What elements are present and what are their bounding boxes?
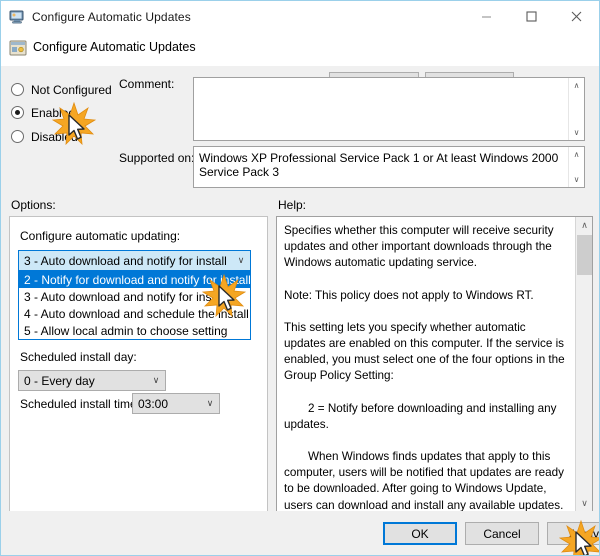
configure-updating-dropdown-list[interactable]: 2 - Notify for download and notify for i… [18, 271, 251, 340]
title-bar: Configure Automatic Updates [1, 1, 599, 32]
dropdown-option-5[interactable]: 5 - Allow local admin to choose setting [19, 322, 250, 339]
configure-updating-combobox[interactable]: 3 - Auto download and notify for install… [18, 250, 251, 271]
chevron-down-icon[interactable]: ∨ [569, 172, 585, 187]
radio-not-configured-indicator [11, 83, 24, 96]
help-paragraph: This setting lets you specify whether au… [284, 320, 565, 383]
chevron-down-icon[interactable]: ∨ [576, 495, 592, 512]
chevron-down-icon[interactable]: ∨ [147, 375, 165, 386]
dropdown-option-4[interactable]: 4 - Auto download and schedule the insta… [19, 305, 250, 322]
configure-updating-value: 3 - Auto download and notify for install [24, 253, 227, 268]
radio-not-configured[interactable]: Not Configured [11, 81, 112, 98]
dropdown-option-3[interactable]: 3 - Auto download and notify for install [19, 288, 250, 305]
chevron-down-icon[interactable]: ∨ [569, 125, 585, 140]
setting-title: Configure Automatic Updates [33, 40, 196, 54]
window-controls [464, 1, 599, 31]
help-text: Specifies whether this computer will rec… [277, 217, 575, 512]
setting-header: Configure Automatic Updates Previous Set… [1, 32, 599, 95]
dropdown-option-2[interactable]: 2 - Notify for download and notify for i… [19, 271, 251, 288]
scheduled-install-day-value: 0 - Every day [24, 373, 95, 388]
window-title: Configure Automatic Updates [32, 9, 191, 24]
scrollbar-thumb[interactable] [577, 235, 592, 275]
configure-automatic-updates-dialog: Configure Automatic Updates Configure Au… [0, 0, 600, 556]
help-panel-label: Help: [278, 198, 307, 212]
chevron-up-icon[interactable]: ∧ [569, 147, 585, 162]
cancel-button[interactable]: Cancel [465, 522, 539, 545]
supported-on-field: Windows XP Professional Service Pack 1 o… [193, 146, 585, 188]
dialog-footer: OK Cancel Apply [1, 511, 599, 555]
radio-disabled-indicator [11, 130, 24, 143]
supported-on-label: Supported on: [119, 151, 195, 165]
help-scrollbar[interactable]: ∧ ∨ [575, 217, 592, 512]
chevron-down-icon[interactable]: ∨ [232, 255, 250, 266]
help-paragraph: Note: This policy does not apply to Wind… [284, 288, 534, 302]
scheduled-install-time-label: Scheduled install time: [20, 397, 141, 411]
supported-on-value: Windows XP Professional Service Pack 1 o… [199, 151, 559, 179]
policy-monitor-icon [9, 9, 25, 25]
scheduled-install-day-combobox[interactable]: 0 - Every day ∨ [18, 370, 166, 391]
minimize-button[interactable] [464, 1, 509, 31]
chevron-up-icon[interactable]: ∧ [576, 217, 592, 234]
options-panel: Configure automatic updating: 3 - Auto d… [9, 216, 268, 513]
supported-on-scrollbar[interactable]: ∧ ∨ [568, 147, 584, 187]
radio-enabled-label: Enabled [31, 105, 76, 120]
configure-updating-label: Configure automatic updating: [20, 229, 181, 243]
radio-disabled-label: Disabled [31, 129, 78, 144]
help-panel: Specifies whether this computer will rec… [276, 216, 593, 513]
apply-button[interactable]: Apply [547, 522, 599, 545]
radio-enabled[interactable]: Enabled [11, 104, 75, 121]
policy-setting-icon [9, 39, 27, 57]
chevron-down-icon[interactable]: ∨ [201, 398, 219, 409]
maximize-button[interactable] [509, 1, 554, 31]
radio-disabled[interactable]: Disabled [11, 128, 78, 145]
chevron-up-icon[interactable]: ∧ [569, 78, 585, 93]
comment-input[interactable] [194, 78, 568, 140]
comment-field[interactable]: ∧ ∨ [193, 77, 585, 141]
scheduled-install-time-combobox[interactable]: 03:00 ∨ [132, 393, 220, 414]
scheduled-install-day-label: Scheduled install day: [20, 350, 137, 364]
ok-button[interactable]: OK [383, 522, 457, 545]
close-button[interactable] [554, 1, 599, 31]
scheduled-install-time-value: 03:00 [138, 396, 169, 411]
radio-not-configured-label: Not Configured [31, 82, 112, 97]
comment-scrollbar[interactable]: ∧ ∨ [568, 78, 584, 140]
options-panel-label: Options: [11, 198, 56, 212]
help-paragraph: Specifies whether this computer will rec… [284, 224, 554, 270]
comment-label: Comment: [119, 77, 175, 91]
radio-enabled-indicator [11, 106, 24, 119]
help-paragraph: 2 = Notify before downloading and instal… [284, 401, 557, 431]
help-paragraph: When Windows finds updates that apply to… [284, 450, 565, 512]
